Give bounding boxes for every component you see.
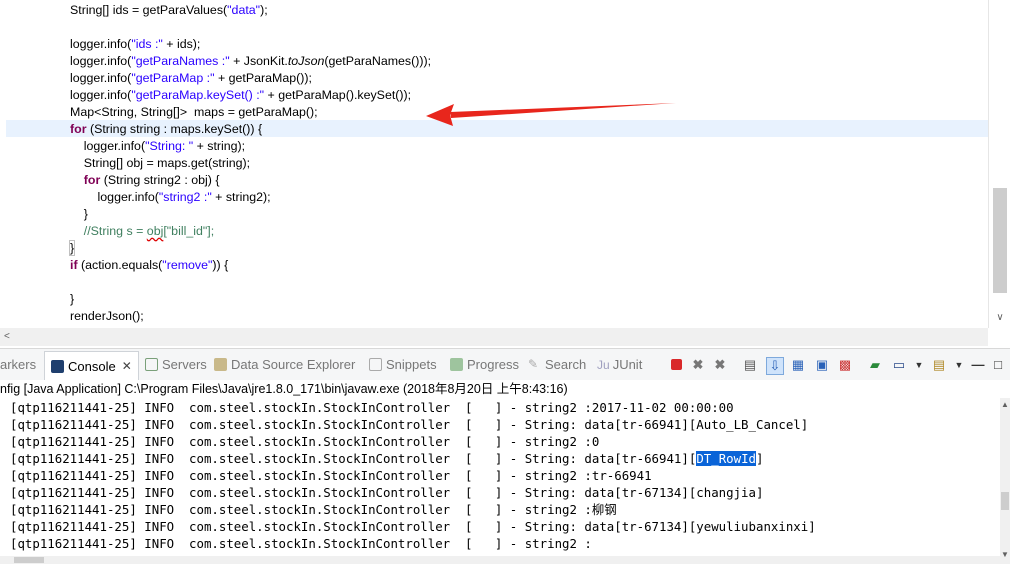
chevron-down-icon[interactable]: ▼ — [911, 357, 927, 373]
tab-snippets[interactable]: Snippets — [369, 357, 437, 372]
tab-label: Search — [545, 357, 587, 372]
console-line: [qtp116211441-25] INFO com.steel.stockIn… — [10, 433, 599, 450]
display-selected-console-icon[interactable]: ▤ — [931, 357, 947, 373]
progress-icon — [450, 358, 463, 371]
console-line: [qtp116211441-25] INFO com.steel.stockIn… — [10, 535, 592, 552]
new-console-icon[interactable]: ▰ — [867, 357, 883, 373]
snippets-icon — [369, 358, 382, 371]
console-line-text: [qtp116211441-25] INFO com.steel.stockIn… — [10, 536, 592, 551]
console-horizontal-scrollbar[interactable] — [0, 556, 1000, 564]
console-output[interactable]: [qtp116211441-25] INFO com.steel.stockIn… — [0, 398, 1000, 564]
search-icon: ✎ — [528, 357, 539, 371]
tab-label: Data Source Explorer — [231, 357, 356, 372]
console-vertical-scrollbar[interactable]: ▲ ▼ — [1000, 398, 1010, 564]
console-line-suffix: ] — [756, 451, 764, 466]
console-line: [qtp116211441-25] INFO com.steel.stockIn… — [10, 450, 763, 467]
tab-label: Console — [68, 358, 116, 374]
view-tab-bar: arkers Console ✕ Servers Data Source Exp… — [0, 348, 1010, 382]
pin-console-icon[interactable]: ▣ — [814, 357, 830, 373]
tab-console[interactable]: Console ✕ — [44, 351, 139, 380]
selected-text[interactable]: DT_RowId — [696, 451, 756, 466]
tab-junit[interactable]: Ju JUnit — [597, 357, 642, 372]
console-line-text: [qtp116211441-25] INFO com.steel.stockIn… — [10, 400, 734, 415]
remove-launch-icon[interactable]: ✖ — [690, 357, 706, 373]
console-icon — [51, 359, 64, 373]
console-title: nfig [Java Application] C:\Program Files… — [0, 380, 1010, 398]
terminate-icon[interactable] — [668, 357, 684, 373]
console-line-text: [qtp116211441-25] INFO com.steel.stockIn… — [10, 417, 809, 432]
tab-servers[interactable]: Servers — [145, 357, 207, 372]
console-line-text: [qtp116211441-25] INFO com.steel.stockIn… — [10, 519, 816, 534]
console-line-text: [qtp116211441-25] INFO com.steel.stockIn… — [10, 451, 697, 466]
close-icon[interactable]: ✕ — [122, 359, 132, 373]
tab-label: Snippets — [386, 357, 437, 372]
scroll-lock-icon[interactable]: ⇩ — [766, 357, 784, 375]
tab-label: Progress — [467, 357, 520, 372]
servers-icon — [145, 358, 158, 371]
console-line: [qtp116211441-25] INFO com.steel.stockIn… — [10, 501, 617, 518]
maximize-icon[interactable]: □ — [990, 357, 1006, 373]
console-line: [qtp116211441-25] INFO com.steel.stockIn… — [10, 518, 816, 535]
tab-search[interactable]: ✎ Search — [528, 357, 586, 372]
remove-all-icon[interactable]: ✖ — [712, 357, 728, 373]
display-console-icon[interactable]: ▩ — [837, 357, 853, 373]
console-hscroll-thumb[interactable] — [14, 557, 44, 563]
console-line: [qtp116211441-25] INFO com.steel.stockIn… — [10, 416, 808, 433]
chevron-down-icon[interactable]: ▼ — [951, 357, 967, 373]
junit-icon: Ju — [597, 357, 610, 372]
clear-console-icon[interactable]: ▤ — [742, 357, 758, 373]
console-scroll-thumb[interactable] — [1001, 492, 1009, 510]
console-line: [qtp116211441-25] INFO com.steel.stockIn… — [10, 467, 652, 484]
tab-data-source-explorer[interactable]: Data Source Explorer — [214, 357, 355, 372]
console-line-text: [qtp116211441-25] INFO com.steel.stockIn… — [10, 468, 652, 483]
word-wrap-icon[interactable]: ▦ — [790, 357, 806, 373]
console-line-text: [qtp116211441-25] INFO com.steel.stockIn… — [10, 434, 600, 449]
minimize-icon[interactable]: — — [970, 357, 986, 373]
data-source-icon — [214, 358, 227, 371]
console-line: [qtp116211441-25] INFO com.steel.stockIn… — [10, 399, 734, 416]
arrow-shaft — [450, 103, 676, 118]
console-line: [qtp116211441-25] INFO com.steel.stockIn… — [10, 484, 763, 501]
tab-markers[interactable]: arkers — [0, 357, 36, 372]
open-console-icon[interactable]: ▭ — [891, 357, 907, 373]
tab-label: Servers — [162, 357, 207, 372]
console-line-text: [qtp116211441-25] INFO com.steel.stockIn… — [10, 502, 617, 517]
arrow-head — [426, 104, 454, 126]
annotation-arrow — [426, 103, 676, 126]
tab-label: JUnit — [612, 357, 643, 372]
scroll-down-icon[interactable]: ▼ — [1000, 550, 1010, 559]
console-line-text: [qtp116211441-25] INFO com.steel.stockIn… — [10, 485, 764, 500]
scroll-up-icon[interactable]: ▲ — [1000, 400, 1010, 409]
tab-label: arkers — [0, 357, 37, 372]
tab-progress[interactable]: Progress — [450, 357, 519, 372]
